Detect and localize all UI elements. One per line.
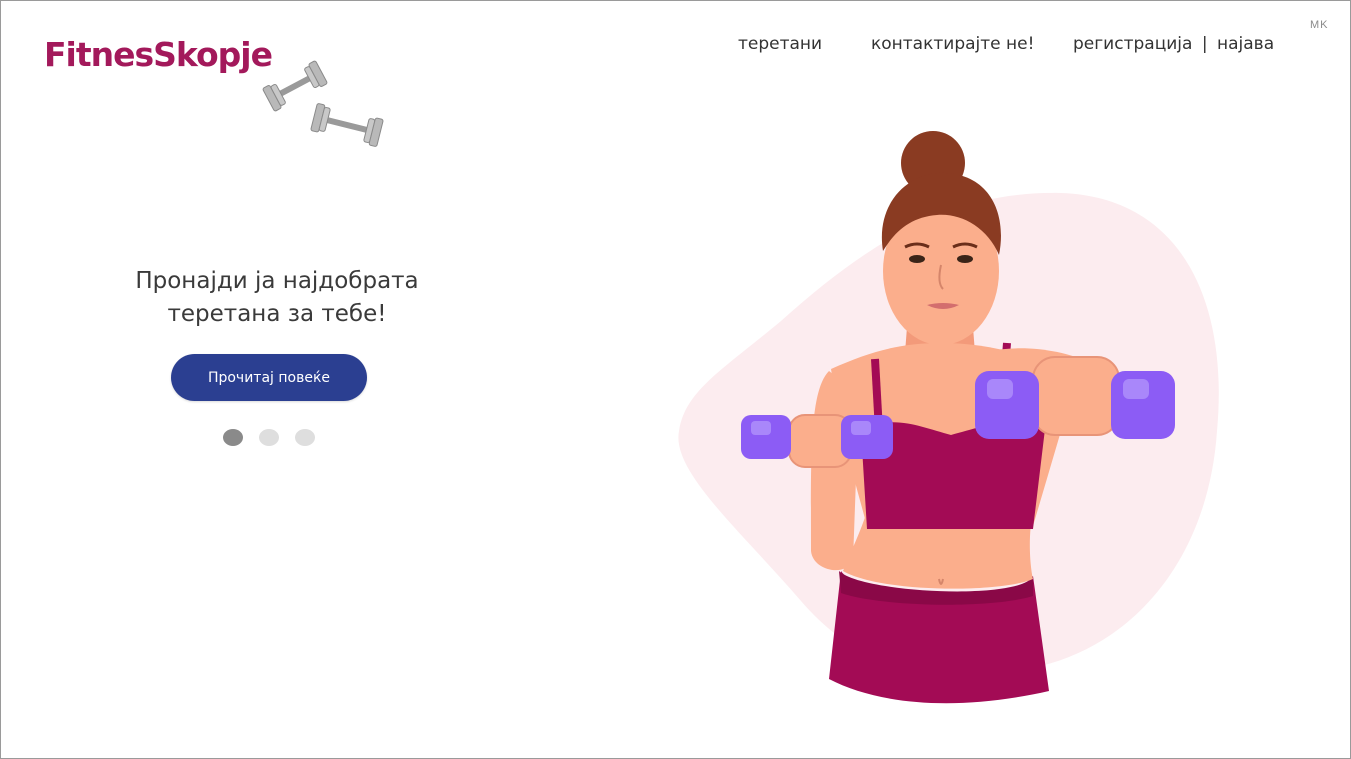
left-arm	[810, 371, 859, 571]
nav-auth: регистрација | најава	[1073, 34, 1274, 54]
nav-gyms[interactable]: теретани	[738, 34, 822, 54]
read-more-button[interactable]: Прочитај повеќе	[171, 354, 367, 401]
hero-headline-line1: Пронајди ја најдобрата	[135, 268, 419, 294]
carousel-dot-2[interactable]	[259, 429, 279, 446]
nav-register[interactable]: регистрација	[1073, 34, 1192, 54]
hero-illustration	[678, 131, 1219, 704]
language-switch[interactable]: MK	[1310, 19, 1329, 31]
brand-logo[interactable]: FitnesSkopje	[44, 35, 273, 74]
nav-separator: |	[1201, 34, 1208, 54]
carousel-dot-1[interactable]	[223, 429, 243, 446]
hero-headline: Пронајди ја најдобрата теретана за тебе!	[127, 265, 427, 331]
page: FitnesSkopje MK теретани контактирајте н…	[0, 0, 1351, 759]
nav-contact[interactable]: контактирајте не!	[871, 34, 1034, 54]
carousel-dot-3[interactable]	[295, 429, 315, 446]
hero-headline-line2: теретана за тебе!	[167, 301, 387, 327]
nav-login[interactable]: најава	[1217, 34, 1274, 54]
dumbbells-icon	[262, 60, 384, 147]
